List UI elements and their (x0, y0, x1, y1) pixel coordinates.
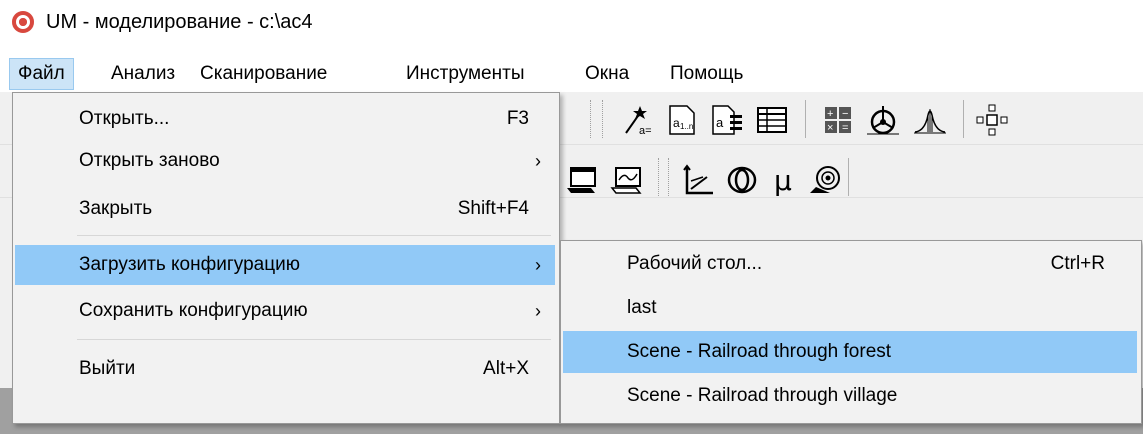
menu-item-close[interactable]: Закрыть Shift+F4 (15, 189, 555, 229)
menu-tools[interactable]: Инструменты (398, 59, 532, 89)
menu-item-label: Scene - Railroad through village (627, 385, 898, 406)
svg-text:=: = (842, 122, 848, 134)
menu-item-scene-village[interactable]: Scene - Railroad through village (563, 375, 1137, 417)
app-icon (12, 11, 34, 33)
window-title: UM - моделирование - c:\ac4 (46, 11, 313, 33)
menu-item-reopen[interactable]: Открыть заново › (15, 141, 555, 181)
menu-item-label: Scene - Railroad through forest (627, 341, 892, 362)
svg-text:+: + (827, 108, 833, 120)
toolbar-separator (590, 100, 591, 138)
svg-text:−: − (842, 108, 848, 120)
menu-item-load-config[interactable]: Загрузить конфигурацию › (15, 245, 555, 285)
svg-text:×: × (827, 122, 833, 134)
orbit-icon[interactable] (722, 160, 762, 200)
menu-file[interactable]: Файл (9, 58, 74, 90)
wheel-icon[interactable] (863, 100, 903, 140)
mu-icon[interactable]: μ (763, 160, 803, 200)
menu-item-shortcut: Alt+X (483, 358, 529, 379)
menu-analysis[interactable]: Анализ (103, 59, 183, 89)
menu-item-shortcut: F3 (506, 108, 529, 129)
menu-scanning[interactable]: Сканирование (192, 59, 335, 89)
menu-separator (77, 235, 551, 236)
chevron-right-icon: › (535, 255, 541, 275)
chevron-right-icon: › (535, 151, 541, 171)
menu-item-label: last (627, 297, 657, 318)
calculator-icon[interactable]: + − × = (818, 100, 858, 140)
toolbar-separator (658, 158, 659, 196)
svg-text:1..n: 1..n (680, 122, 693, 131)
menu-item-label: Загрузить конфигурацию (79, 254, 300, 275)
param-a1n-icon[interactable]: a 1..n (662, 100, 702, 140)
menu-item-open[interactable]: Открыть... F3 (15, 99, 555, 139)
toolbar-separator (602, 100, 603, 138)
title-bar: UM - моделирование - c:\ac4 (0, 0, 1143, 46)
eye-target-icon[interactable] (805, 160, 845, 200)
file-menu-dropdown: Открыть... F3 Открыть заново › Закрыть S… (12, 92, 560, 424)
window-export-icon[interactable] (562, 160, 602, 200)
menu-item-label: Открыть заново (79, 150, 220, 171)
menu-item-desktop[interactable]: Рабочий стол... Ctrl+R (563, 243, 1137, 285)
toolbar-separator (848, 158, 849, 196)
menu-item-label: Выйти (79, 358, 136, 379)
menu-item-label: Закрыть (79, 198, 153, 219)
expand-icon[interactable] (972, 100, 1012, 140)
menu-item-save-config[interactable]: Сохранить конфигурацию › (15, 291, 555, 331)
param-a-list-icon[interactable]: a (707, 100, 747, 140)
menu-windows[interactable]: Окна (577, 59, 637, 89)
menu-item-last[interactable]: last (563, 287, 1137, 329)
window-plot-icon[interactable] (607, 160, 647, 200)
toolbar-separator (963, 100, 964, 138)
chevron-right-icon: › (535, 301, 541, 321)
menu-item-label: Сохранить конфигурацию (79, 300, 308, 321)
menu-help[interactable]: Помощь (662, 59, 751, 89)
menu-item-label: Открыть... (79, 108, 170, 129)
menu-bar: Файл Анализ Сканирование Инструменты Окн… (0, 56, 1143, 92)
wand-icon[interactable]: a= (617, 100, 657, 140)
menu-item-shortcut: Ctrl+R (1050, 253, 1105, 274)
table-icon[interactable] (752, 100, 792, 140)
svg-text:a: a (716, 115, 724, 130)
menu-item-scene-forest[interactable]: Scene - Railroad through forest (563, 331, 1137, 373)
svg-text:μ: μ (774, 164, 792, 197)
toolbar-separator (668, 158, 669, 196)
menu-item-exit[interactable]: Выйти Alt+X (15, 349, 555, 389)
svg-text:a=: a= (639, 125, 652, 137)
load-config-submenu: Рабочий стол... Ctrl+R last Scene - Rail… (560, 240, 1142, 424)
menu-item-shortcut: Shift+F4 (457, 198, 529, 219)
menu-separator (77, 339, 551, 340)
menu-item-label: Рабочий стол... (627, 253, 763, 274)
graph-axes-icon[interactable] (678, 160, 718, 200)
toolbar-separator (805, 100, 806, 138)
svg-text:a: a (673, 116, 680, 130)
spectrum-icon[interactable] (910, 100, 950, 140)
